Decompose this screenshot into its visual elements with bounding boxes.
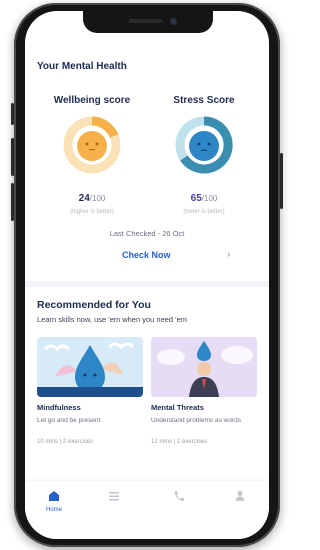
- wellbeing-subtitle: (higher is better): [70, 209, 114, 215]
- section-title: Your Mental Health: [37, 61, 127, 72]
- nav-home[interactable]: Home: [34, 489, 74, 513]
- recommended-subtitle: Learn skills now, use 'em when you need …: [37, 315, 188, 324]
- stress-subtitle: (lower is better): [183, 209, 225, 215]
- stress-face: [189, 131, 219, 161]
- mental-threats-card-image[interactable]: [151, 337, 257, 397]
- mindfulness-ground: [37, 387, 143, 397]
- mental-threats-cloud-left: [157, 349, 185, 365]
- nav-home-label: Home: [45, 507, 62, 513]
- mute-switch: [11, 103, 14, 125]
- list-icon: [109, 492, 119, 501]
- mental-threats-illustration: [151, 337, 257, 397]
- volume-up-button: [11, 138, 14, 176]
- mental-threats-card-title[interactable]: Mental Threats: [151, 403, 204, 412]
- wellbeing-value: 24/100: [37, 193, 147, 204]
- wellbeing-face: [77, 131, 107, 161]
- stress-title: Stress Score: [173, 95, 235, 106]
- mindfulness-card-image[interactable]: [37, 337, 143, 397]
- home-icon: [49, 491, 59, 501]
- stress-gauge: [175, 116, 233, 174]
- home-icon-shape: [49, 491, 59, 501]
- wellbeing-eye-right: [95, 142, 99, 146]
- mindfulness-illustration: [37, 337, 143, 397]
- power-button: [280, 153, 283, 209]
- list-icon-line-3: [109, 499, 119, 501]
- section-divider: [25, 281, 269, 287]
- profile-icon-body: [235, 496, 245, 501]
- notch: [83, 11, 213, 33]
- stress-value: 65/100: [149, 193, 259, 204]
- stress-value-denominator: /100: [201, 194, 218, 203]
- list-icon-line-2: [109, 495, 119, 498]
- mental-threats-person-head: [197, 362, 211, 376]
- wellbeing-eye-left: [85, 142, 89, 146]
- mental-threats-cloud-right: [221, 346, 253, 364]
- wellbeing-value-denominator: /100: [89, 194, 106, 203]
- camera: [170, 18, 177, 25]
- nav-phone[interactable]: [159, 489, 199, 507]
- phone-icon-shape: [174, 491, 184, 501]
- last-checked: Last Checked - 26 Oct: [109, 229, 185, 238]
- chevron-right-icon[interactable]: ›: [227, 249, 230, 260]
- list-icon-line-1: [109, 492, 119, 494]
- mindfulness-eye-left: [83, 373, 87, 377]
- wellbeing-title: Wellbeing score: [53, 95, 131, 106]
- recommended-title: Recommended for You: [37, 299, 151, 311]
- check-now-button[interactable]: Check Now: [122, 250, 171, 260]
- wellbeing-value-number: 24: [78, 193, 90, 204]
- bottom-nav: Home: [25, 481, 269, 539]
- wellbeing-mouth: [88, 149, 96, 151]
- stress-eye-right: [207, 142, 211, 146]
- nav-profile[interactable]: [220, 489, 260, 507]
- mental-threats-card-meta: 12 mins | 2 exercises: [151, 439, 208, 445]
- mindfulness-eye-right: [93, 373, 97, 377]
- phone-icon: [174, 491, 184, 501]
- nav-list[interactable]: [94, 489, 134, 507]
- mindfulness-card-description: Let go and be present: [37, 417, 101, 424]
- mental-threats-card-description: Understand problems as words: [151, 417, 241, 424]
- profile-icon: [235, 491, 245, 501]
- app-screen: Your Mental Health Wellbeing score 24/10…: [25, 11, 269, 539]
- stress-value-number: 65: [190, 193, 202, 204]
- stress-eye-left: [197, 142, 201, 146]
- profile-icon-head: [237, 491, 243, 496]
- mindfulness-card-title[interactable]: Mindfulness: [37, 403, 81, 412]
- volume-down-button: [11, 183, 14, 221]
- wellbeing-gauge: [63, 116, 121, 174]
- speaker: [129, 19, 163, 23]
- mindfulness-card-meta: 10 mins | 2 exercises: [37, 439, 94, 445]
